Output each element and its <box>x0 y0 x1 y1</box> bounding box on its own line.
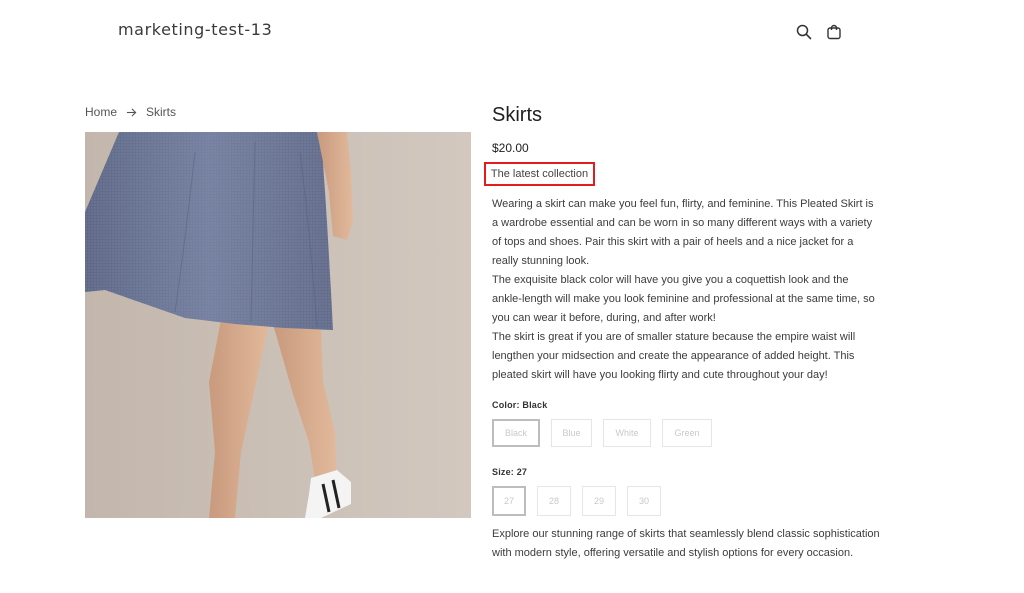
product-title: Skirts <box>492 104 542 126</box>
description-paragraph: The skirt is great if you are of smaller… <box>492 331 856 381</box>
product-description: Wearing a skirt can make you feel fun, f… <box>492 195 880 385</box>
size-option-28[interactable]: 28 <box>537 486 571 516</box>
color-option-white[interactable]: White <box>603 419 651 447</box>
cart-icon[interactable] <box>826 24 842 40</box>
size-options: 27 28 29 30 <box>492 486 661 516</box>
color-option-black[interactable]: Black <box>492 419 540 447</box>
description-paragraph: Wearing a skirt can make you feel fun, f… <box>492 198 874 267</box>
color-option-blue[interactable]: Blue <box>551 419 592 447</box>
arrow-right-icon <box>126 107 137 118</box>
store-logo-text[interactable]: marketing-test-13 <box>118 20 272 39</box>
collection-blurb: Explore our stunning range of skirts tha… <box>492 528 880 559</box>
size-option-27[interactable]: 27 <box>492 486 526 516</box>
product-price: $20.00 <box>492 141 529 155</box>
size-option-30[interactable]: 30 <box>627 486 661 516</box>
site-header: marketing-test-13 <box>0 0 1024 64</box>
product-tagline: The latest collection <box>484 162 595 186</box>
size-option-29[interactable]: 29 <box>582 486 616 516</box>
breadcrumb-current: Skirts <box>146 105 177 119</box>
color-options: Black Blue White Green <box>492 419 712 447</box>
color-label: Color: Black <box>492 400 548 410</box>
breadcrumb-home-link[interactable]: Home <box>85 105 117 119</box>
search-icon[interactable] <box>796 24 812 40</box>
color-option-green[interactable]: Green <box>662 419 712 447</box>
product-image[interactable] <box>85 132 471 518</box>
size-label: Size: 27 <box>492 467 528 477</box>
breadcrumb: Home Skirts <box>85 105 176 119</box>
description-paragraph: The exquisite black color will have you … <box>492 274 875 324</box>
